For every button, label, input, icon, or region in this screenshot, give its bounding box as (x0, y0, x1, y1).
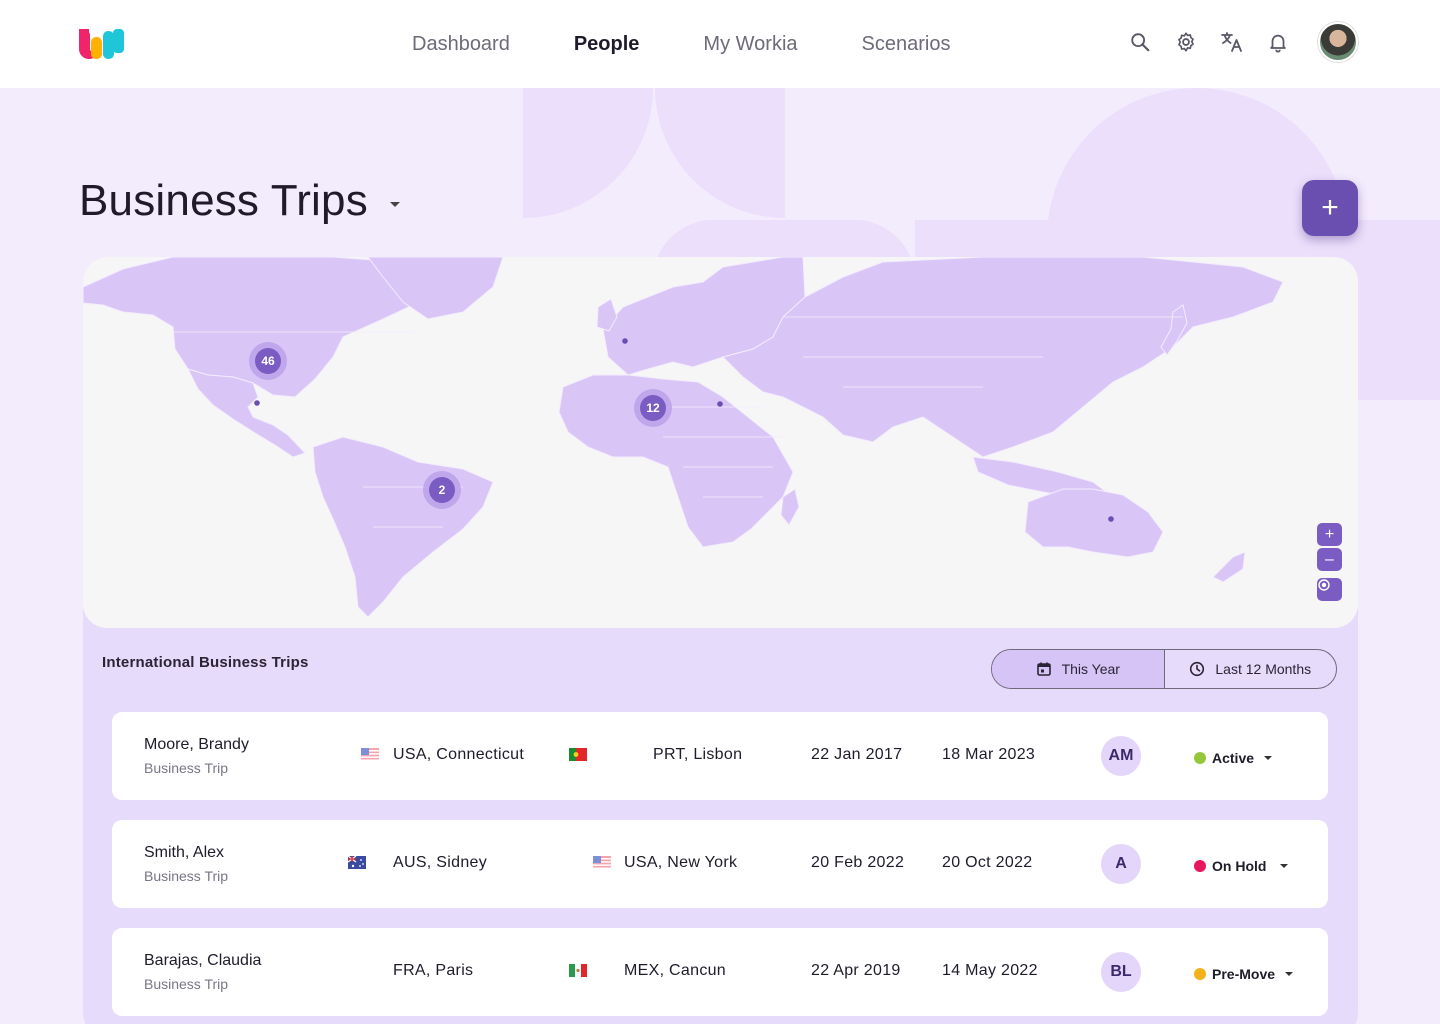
status-label: Active (1212, 750, 1255, 766)
chevron-down-icon (1285, 972, 1294, 976)
main-nav: Dashboard People My Workia Scenarios (380, 0, 982, 88)
clock-icon (1190, 661, 1205, 677)
nav-my-workia[interactable]: My Workia (703, 33, 797, 56)
status-dot (1194, 860, 1206, 872)
filter-this-year[interactable]: This Year (992, 650, 1164, 688)
origin-location: USA, Connecticut (393, 746, 525, 763)
destination-location: MEX, Cancun (624, 962, 727, 979)
trip-type: Business Trip (144, 760, 229, 776)
page-title-group: Business Trips (79, 176, 400, 226)
business-trips-card: 46 12 2 + – International Business Trips… (83, 257, 1358, 1024)
locate-icon (1318, 579, 1330, 591)
destination-location: PRT, Lisbon (653, 746, 743, 763)
filter-label: This Year (1061, 661, 1120, 677)
status-dropdown[interactable]: Active (1194, 750, 1273, 766)
end-date: 20 Oct 2022 (942, 854, 1033, 871)
status-dropdown[interactable]: On Hold (1194, 858, 1289, 874)
nav-dashboard[interactable]: Dashboard (412, 33, 510, 56)
map-cluster-count[interactable]: 46 (261, 354, 275, 368)
trip-type: Business Trip (144, 868, 229, 884)
status-label: Pre-Move (1212, 966, 1276, 982)
title-dropdown-icon[interactable] (389, 201, 400, 207)
nav-scenarios[interactable]: Scenarios (862, 33, 951, 56)
zoom-out-button[interactable]: – (1317, 548, 1342, 571)
destination-location: USA, New York (624, 854, 738, 871)
employee-name: Barajas, Claudia (144, 952, 262, 969)
status-label: On Hold (1212, 858, 1267, 874)
assignee-avatar[interactable]: AM (1101, 736, 1141, 776)
assignee-avatar[interactable]: A (1101, 844, 1141, 884)
brand-logo[interactable] (79, 29, 125, 59)
status-dot (1194, 752, 1206, 764)
end-date: 18 Mar 2023 (942, 746, 1036, 763)
trip-row[interactable]: Moore, Brandy Business Trip USA, Connect… (112, 712, 1328, 800)
chevron-down-icon (1280, 864, 1289, 868)
header-actions (1106, 22, 1358, 62)
filter-label: Last 12 Months (1215, 661, 1312, 677)
world-map-land: 46 12 2 (83, 257, 1284, 618)
employee-name: Smith, Alex (144, 844, 225, 861)
bell-icon[interactable] (1266, 30, 1290, 54)
nav-people[interactable]: People (574, 33, 640, 56)
bg-decoration (523, 88, 653, 218)
start-date: 22 Apr 2019 (811, 962, 901, 979)
mx-flag-icon (569, 964, 587, 977)
trip-type: Business Trip (144, 976, 229, 992)
translate-icon[interactable] (1220, 30, 1244, 54)
add-trip-button[interactable]: + (1302, 180, 1358, 236)
end-date: 14 May 2022 (942, 962, 1038, 979)
period-toggle: This Year Last 12 Months (991, 649, 1337, 689)
start-date: 20 Feb 2022 (811, 854, 905, 871)
assignee-avatar[interactable]: BL (1101, 952, 1141, 992)
bg-decoration (655, 88, 785, 218)
trip-row[interactable]: Smith, Alex Business Trip AUS, Sidney US… (112, 820, 1328, 908)
top-header: Dashboard People My Workia Scenarios (0, 0, 1440, 88)
map-cluster-count[interactable]: 2 (439, 483, 446, 497)
trip-row[interactable]: Barajas, Claudia Business Trip FRA, Pari… (112, 928, 1328, 1016)
section-title: International Business Trips (102, 654, 309, 671)
status-dropdown[interactable]: Pre-Move (1194, 966, 1294, 982)
filter-last-12-months[interactable]: Last 12 Months (1163, 650, 1337, 688)
au-flag-icon (348, 856, 366, 869)
page-title: Business Trips (79, 176, 368, 225)
zoom-in-button[interactable]: + (1317, 523, 1342, 546)
locate-button[interactable] (1317, 578, 1342, 601)
employee-name: Moore, Brandy (144, 736, 249, 753)
gear-icon[interactable] (1174, 30, 1198, 54)
origin-location: FRA, Paris (393, 962, 474, 979)
search-icon[interactable] (1128, 30, 1152, 54)
pt-flag-icon (569, 748, 587, 761)
origin-location: AUS, Sidney (393, 854, 488, 871)
world-map[interactable]: 46 12 2 + – (83, 257, 1358, 628)
status-dot (1194, 968, 1206, 980)
user-avatar[interactable] (1318, 22, 1358, 62)
calendar-icon (1036, 662, 1051, 676)
start-date: 22 Jan 2017 (811, 746, 903, 763)
us-flag-icon (361, 748, 379, 761)
chevron-down-icon (1264, 756, 1273, 760)
map-cluster-count[interactable]: 12 (646, 401, 660, 415)
us-flag-icon (593, 856, 611, 869)
